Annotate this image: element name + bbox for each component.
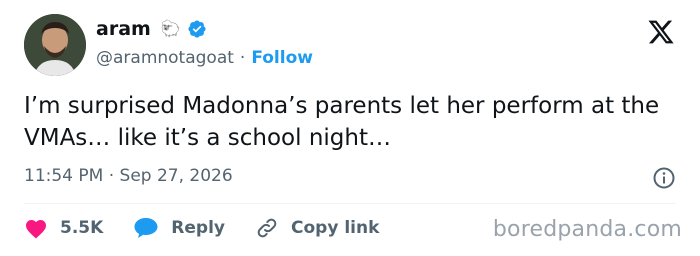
source-watermark: boredpanda.com	[492, 217, 682, 242]
verified-badge-icon	[188, 20, 206, 38]
tweet-text: I’m surprised Madonna’s parents let her …	[24, 93, 660, 151]
author-handle[interactable]: @aramnotagoat	[96, 48, 234, 68]
tweet-timestamp[interactable]: 11:54 PM · Sep 27, 2026	[24, 166, 233, 186]
author-handle-row: @aramnotagoat · Follow	[96, 48, 313, 68]
handle-separator: ·	[239, 48, 246, 68]
divider	[24, 203, 676, 204]
follow-button[interactable]: Follow	[251, 48, 313, 68]
info-icon[interactable]	[652, 166, 676, 190]
copy-link-label: Copy link	[291, 218, 380, 238]
reply-button[interactable]: Reply	[133, 217, 225, 239]
avatar-photo	[24, 14, 86, 76]
x-logo-icon[interactable]	[646, 18, 676, 46]
reply-label: Reply	[171, 218, 225, 238]
avatar[interactable]	[24, 14, 86, 76]
copy-link-button[interactable]: Copy link	[255, 216, 379, 240]
sheep-emoji: 🐑	[160, 19, 181, 38]
likes-count: 5.5K	[60, 218, 104, 238]
link-icon	[257, 218, 277, 238]
tweet-actions: 5.5K Reply Copy link	[24, 216, 409, 240]
author-name-row: aram 🐑	[96, 18, 207, 40]
heart-icon	[26, 220, 46, 239]
like-button[interactable]: 5.5K	[24, 217, 103, 239]
speech-bubble-icon	[134, 218, 158, 238]
display-name[interactable]: aram	[96, 18, 151, 40]
